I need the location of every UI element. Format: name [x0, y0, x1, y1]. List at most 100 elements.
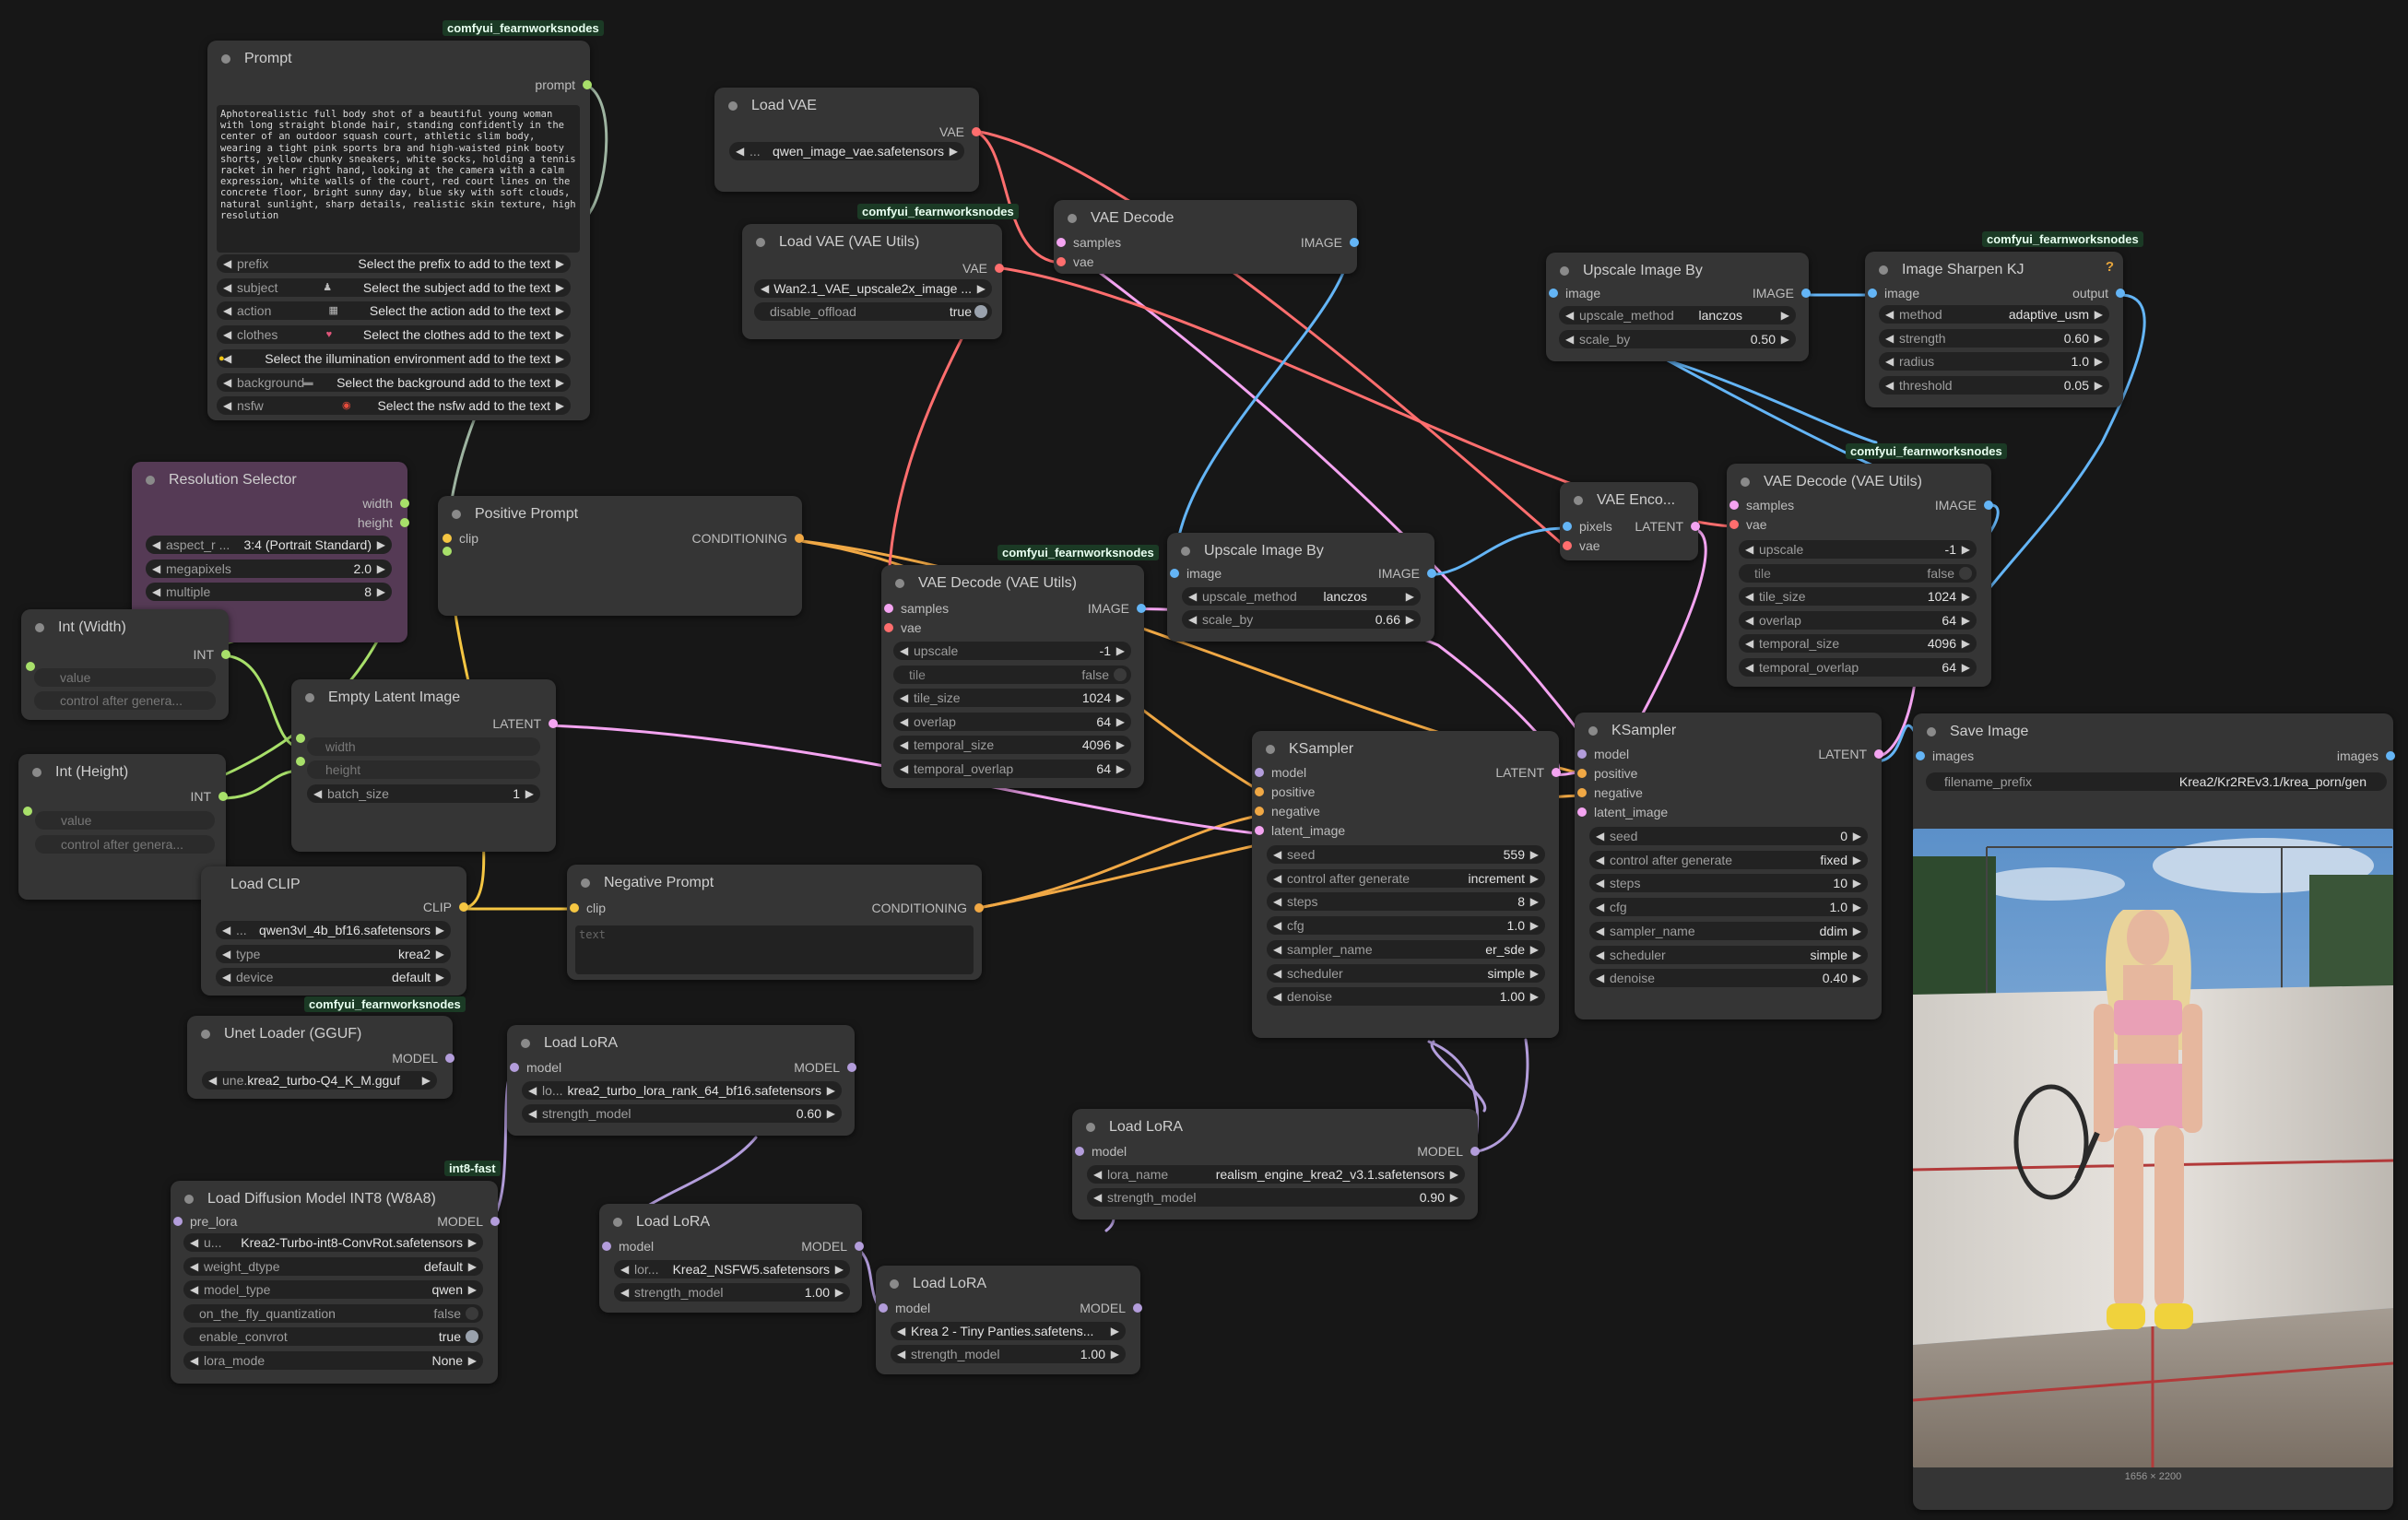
node-graph-canvas[interactable]: comfyui_fearnworksnodes Prompt prompt Ap… [0, 0, 2408, 1520]
load-diffusion-model-int8-node[interactable]: Load Diffusion Model INT8 (W8A8) pre_lor… [171, 1181, 500, 1384]
arrow-right-icon[interactable]: ▶ [556, 278, 564, 297]
collapse-dot-icon[interactable] [1927, 727, 1936, 736]
output-model[interactable]: MODEL [794, 1060, 856, 1075]
collapse-dot-icon[interactable] [1266, 745, 1275, 754]
node-title[interactable]: Load CLIP [201, 866, 466, 903]
vae_decode_utils1-tile-widget[interactable]: tile false [893, 665, 1131, 684]
vae_decode_utils2-tile_size-widget[interactable]: ◀ tile_size 1024 ▶ [1739, 587, 1977, 607]
vae_decode_utils1-upscale-widget[interactable]: ◀ upscale -1 ▶ [893, 642, 1131, 660]
arrow-right-icon[interactable]: ▶ [2095, 376, 2103, 395]
arrow-right-icon[interactable]: ▶ [556, 325, 564, 344]
int8-u...-widget[interactable]: ◀ u... Krea2-Turbo-int8-ConvRot.safetensor… [183, 1233, 483, 1252]
arrow-right-icon[interactable]: ▶ [468, 1233, 477, 1252]
vae-decode-utils-node-2[interactable]: VAE Decode (VAE Utils) samples vae IMAGE… [1727, 464, 1993, 687]
arrow-left-icon[interactable]: ◀ [190, 1257, 198, 1276]
upscale-method-combo[interactable]: ◀ upscale_method lanczos ▶ [1559, 306, 1796, 324]
node-title[interactable]: Load VAE (VAE Utils) [742, 224, 1002, 261]
ksampler1-cfg-widget[interactable]: ◀ cfg 1.0 ▶ [1267, 916, 1545, 936]
arrow-left-icon[interactable]: ◀ [223, 301, 231, 320]
input-vae[interactable]: vae [884, 620, 922, 635]
arrow-left-icon[interactable]: ◀ [1596, 827, 1604, 845]
arrow-right-icon[interactable]: ▶ [2095, 352, 2103, 371]
slot-dot-icon[interactable] [218, 792, 228, 801]
output-image[interactable]: IMAGE [1935, 498, 1993, 513]
slot-dot-icon[interactable] [884, 623, 893, 632]
save-image-node[interactable]: Save Image images images filename_prefix… [1913, 713, 2395, 1510]
slot-dot-icon[interactable] [570, 903, 579, 913]
vae-decode-utils-node-1[interactable]: VAE Decode (VAE Utils) samples vae IMAGE… [881, 565, 1146, 788]
disable-offload-toggle[interactable]: disable_offload true [754, 302, 992, 321]
slot-dot-icon[interactable] [1868, 289, 1877, 298]
arrow-right-icon[interactable]: ▶ [468, 1257, 477, 1276]
lora-name-combo[interactable]: ◀ lora_name realism_engine_krea2_v3.1.safe… [1087, 1165, 1465, 1184]
ksampler1-steps-widget[interactable]: ◀ steps 8 ▶ [1267, 892, 1545, 912]
slot-dot-icon[interactable] [26, 662, 35, 671]
load-lora-node-2[interactable]: Load LoRA model MODEL ◀ lora_name realism_… [1072, 1109, 1480, 1220]
node-title[interactable]: KSampler [1252, 731, 1559, 768]
slot-dot-icon[interactable] [1056, 238, 1066, 247]
slot-dot-icon[interactable] [1470, 1147, 1480, 1156]
arrow-left-icon[interactable]: ◀ [1745, 634, 1753, 653]
vae_decode_utils2-overlap-widget[interactable]: ◀ overlap 64 ▶ [1739, 610, 1977, 630]
slot-dot-icon[interactable] [1874, 749, 1883, 759]
slot-dot-icon[interactable] [443, 534, 452, 543]
arrow-right-icon[interactable]: ▶ [556, 301, 564, 320]
arrow-right-icon[interactable]: ▶ [1853, 946, 1861, 964]
node-title[interactable]: Save Image [1913, 713, 2393, 750]
collapse-dot-icon[interactable] [1068, 214, 1077, 223]
node-title[interactable]: Int (Width) [21, 609, 229, 646]
arrow-right-icon[interactable]: ▶ [377, 560, 385, 578]
node-title[interactable]: Upscale Image By [1167, 533, 1434, 570]
slot-dot-icon[interactable] [400, 499, 409, 508]
prompt-option-action[interactable]: ◀ action Select the action add to the text… [217, 301, 571, 321]
slot-dot-icon[interactable] [1133, 1303, 1142, 1313]
slot-dot-icon[interactable] [1916, 751, 1925, 760]
collapse-dot-icon[interactable] [32, 768, 41, 777]
collapse-dot-icon[interactable] [1574, 496, 1583, 505]
input-vae[interactable]: vae [1056, 254, 1094, 269]
arrow-left-icon[interactable]: ◀ [900, 689, 908, 707]
toggle-icon[interactable] [1114, 667, 1127, 681]
collapse-dot-icon[interactable] [452, 510, 461, 519]
collapse-dot-icon[interactable] [890, 1279, 899, 1289]
arrow-right-icon[interactable]: ▶ [1116, 689, 1125, 707]
output-model[interactable]: MODEL [1080, 1301, 1142, 1315]
vae_decode_utils2-temporal_size-widget[interactable]: ◀ temporal_size 4096 ▶ [1739, 634, 1977, 654]
lora-name-combo[interactable]: ◀ lo... krea2_turbo_lora_rank_64_bf16.safe… [522, 1081, 842, 1100]
arrow-right-icon[interactable]: ▶ [2095, 329, 2103, 348]
arrow-left-icon[interactable]: ◀ [1745, 587, 1753, 606]
arrow-left-icon[interactable]: ◀ [1273, 916, 1281, 935]
arrow-right-icon[interactable]: ▶ [1530, 987, 1539, 1006]
output-latent[interactable]: LATENT [1495, 765, 1561, 780]
arrow-right-icon[interactable]: ▶ [1962, 634, 1970, 653]
toggle-icon[interactable] [466, 1330, 478, 1344]
empty-latent-node[interactable]: Empty Latent Image LATENT width height ◀… [291, 679, 558, 852]
arrow-left-icon[interactable]: ◀ [1596, 946, 1604, 964]
node-title[interactable]: Positive Prompt [438, 496, 802, 533]
input-negative[interactable]: negative [1577, 785, 1643, 800]
load-clip-node[interactable]: Load CLIP CLIP ◀... qwen3vl_4b_bf16.safet… [201, 866, 468, 996]
slot-dot-icon[interactable] [549, 719, 558, 728]
collapse-dot-icon[interactable] [221, 54, 230, 64]
int-width-node[interactable]: Int (Width) INT value control after gene… [21, 609, 230, 720]
output-conditioning[interactable]: CONDITIONING [872, 901, 984, 915]
slot-dot-icon[interactable] [1350, 238, 1359, 247]
input-samples[interactable]: samples [1729, 498, 1794, 513]
arrow-right-icon[interactable]: ▶ [1853, 874, 1861, 892]
output-height[interactable]: height [358, 515, 409, 530]
arrow-left-icon[interactable]: ◀ [1273, 964, 1281, 983]
slot-dot-icon[interactable] [1577, 769, 1587, 778]
slot-dot-icon[interactable] [1729, 501, 1739, 510]
prompt-option-nsfw[interactable]: ◀ nsfw Select the nsfw add to the text ▶ ◉ [217, 396, 571, 416]
output-width[interactable]: width [362, 496, 409, 511]
output-int[interactable]: INT [193, 647, 230, 662]
output-model[interactable]: MODEL [437, 1214, 500, 1229]
sharpen-method-widget[interactable]: ◀ method adaptive_usm ▶ [1879, 305, 2109, 324]
slot-dot-icon[interactable] [1563, 522, 1572, 531]
prompt-option-clothes[interactable]: ◀ clothes Select the clothes add to the te… [217, 325, 571, 345]
arrow-right-icon[interactable]: ▶ [436, 945, 444, 963]
node-title[interactable]: Empty Latent Image [291, 679, 556, 716]
collapse-dot-icon[interactable] [1879, 265, 1888, 275]
node-title[interactable]: VAE Decode (VAE Utils) [1727, 464, 1991, 501]
arrow-right-icon[interactable]: ▶ [1530, 964, 1539, 983]
